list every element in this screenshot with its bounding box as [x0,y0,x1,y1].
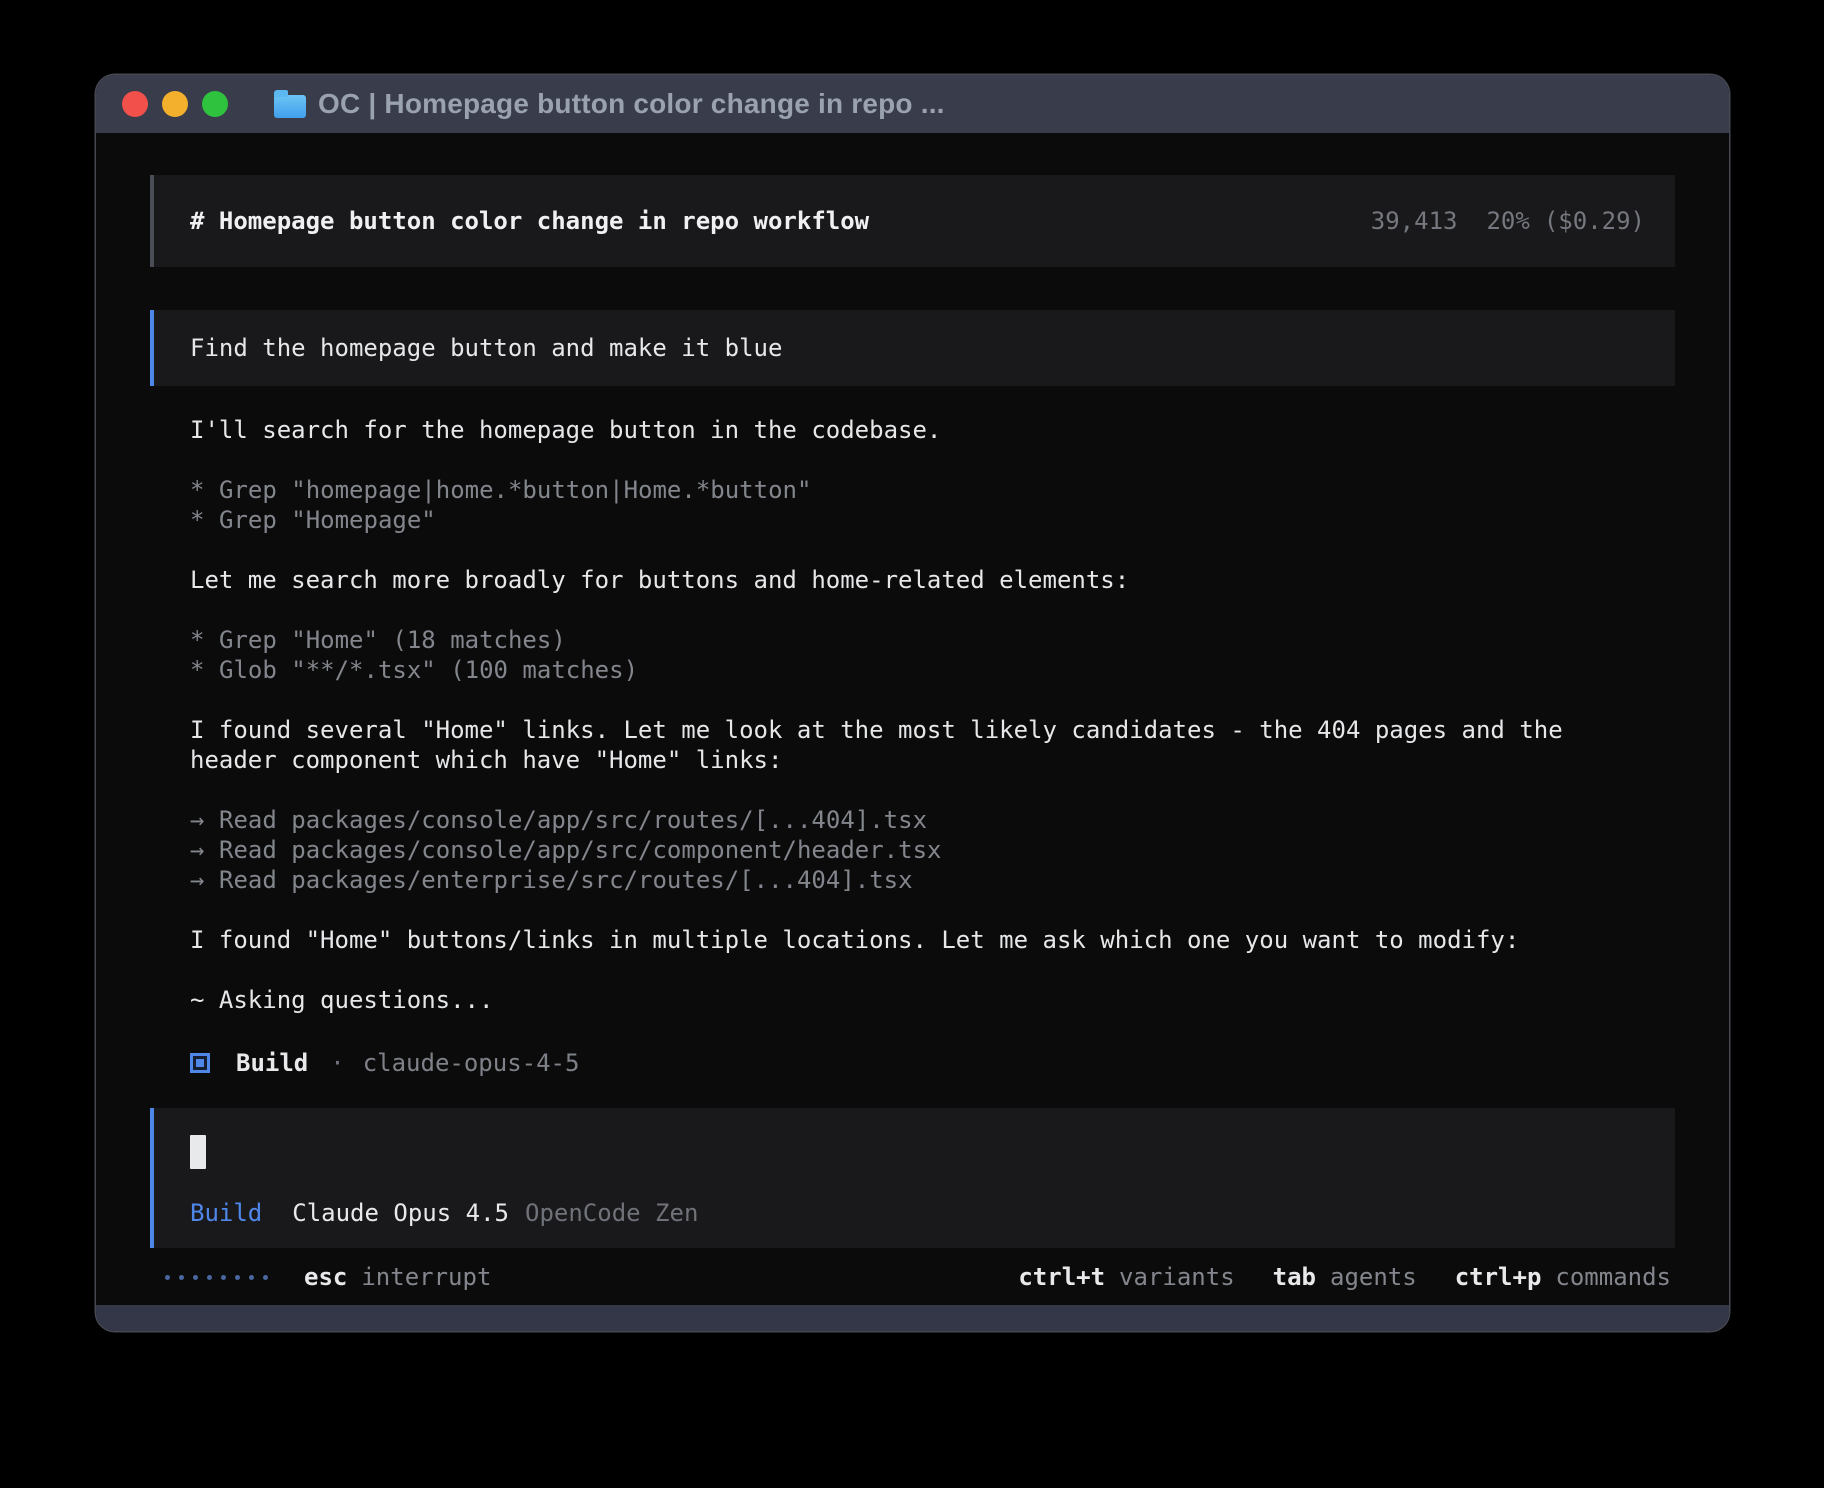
provider-label: OpenCode Zen [525,1198,698,1228]
agent-model: claude-opus-4-5 [363,1049,580,1077]
status-bar: esc interrupt ctrl+t variants tab agents… [150,1260,1675,1294]
spinner-icon [165,1275,268,1280]
session-title: # Homepage button color change in repo w… [190,207,869,235]
session-stats: 39,413 20% ($0.29) [1371,207,1645,235]
tool-call-glob: *Glob "**/*.tsx" (100 matches) [190,655,1675,685]
desktop: OC | Homepage button color change in rep… [0,0,1824,1488]
interrupt-label: interrupt [361,1263,491,1291]
folder-icon [274,95,306,118]
build-agent-icon [190,1053,210,1073]
assistant-paragraph: I'll search for the homepage button in t… [190,415,1675,445]
shortcut-variants: ctrl+t variants [1018,1263,1234,1291]
window-title: OC | Homepage button color change in rep… [318,88,945,120]
agent-name: Build [236,1049,308,1077]
terminal-window: OC | Homepage button color change in rep… [96,75,1729,1331]
tool-call-grep: *Grep "Home" (18 matches) [190,625,1675,655]
esc-key-hint: esc [304,1263,347,1291]
asterisk-icon: * [190,655,219,685]
arrow-right-icon: → [190,805,219,835]
tool-call-read: →Read packages/console/app/src/routes/[.… [190,805,1675,835]
status-left: esc interrupt [165,1263,491,1291]
title-group: OC | Homepage button color change in rep… [274,88,945,120]
fullscreen-button[interactable] [202,91,228,117]
dot-separator: · [330,1049,344,1077]
active-model-label: Claude Opus 4.5 [292,1198,509,1228]
user-message-text: Find the homepage button and make it blu… [190,334,782,362]
token-count: 39,413 [1371,207,1458,235]
text-cursor [190,1135,206,1169]
assistant-paragraph: Let me search more broadly for buttons a… [190,565,1675,595]
session-header: # Homepage button color change in repo w… [150,175,1675,267]
assistant-paragraph: I found "Home" buttons/links in multiple… [190,925,1675,955]
tool-call-grep: *Grep "Homepage" [190,505,1675,535]
tool-call-read: →Read packages/enterprise/src/routes/[..… [190,865,1675,895]
shortcut-agents: tab agents [1273,1263,1417,1291]
tool-call-read: →Read packages/console/app/src/component… [190,835,1675,865]
titlebar: OC | Homepage button color change in rep… [96,75,1729,133]
asterisk-icon: * [190,505,219,535]
conversation: I'll search for the homepage button in t… [150,415,1675,1080]
agent-row: Build · claude-opus-4-5 [190,1046,1675,1080]
session-cost: ($0.29) [1544,207,1645,235]
close-button[interactable] [122,91,148,117]
prompt-input[interactable]: Build Claude Opus 4.5 OpenCode Zen [150,1108,1675,1248]
window-bottom-strip [96,1305,1729,1331]
assistant-paragraph: header component which have "Home" links… [190,745,1675,775]
assistant-paragraph: I found several "Home" links. Let me loo… [190,715,1675,745]
window-controls [122,91,228,117]
arrow-right-icon: → [190,835,219,865]
user-message: Find the homepage button and make it blu… [150,310,1675,386]
status-right: ctrl+t variants tab agents ctrl+p comman… [1018,1263,1671,1291]
asterisk-icon: * [190,625,219,655]
minimize-button[interactable] [162,91,188,117]
arrow-right-icon: → [190,865,219,895]
activity-status: ~ Asking questions... [190,985,1675,1015]
active-agent-label: Build [190,1198,262,1228]
terminal-content: # Homepage button color change in repo w… [96,133,1729,1305]
asterisk-icon: * [190,475,219,505]
tool-call-grep: *Grep "homepage|home.*button|Home.*butto… [190,475,1675,505]
context-percent: 20% [1486,207,1529,235]
input-footer: Build Claude Opus 4.5 OpenCode Zen [190,1198,1645,1228]
shortcut-commands: ctrl+p commands [1455,1263,1671,1291]
